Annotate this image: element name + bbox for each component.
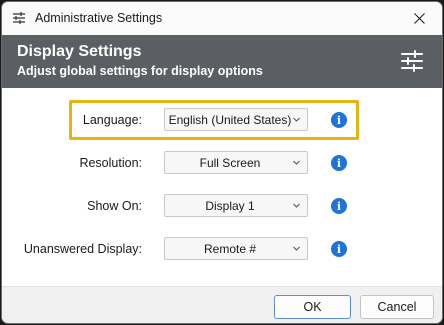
setting-row-language: Language: English (United States) i	[2, 106, 442, 134]
select-value: English (United States)	[168, 112, 292, 127]
setting-label: Resolution:	[79, 156, 142, 170]
select-value: Full Screen	[199, 155, 261, 170]
resolution-select[interactable]: Full Screen	[164, 151, 308, 174]
sliders-icon	[401, 50, 423, 72]
dialog-footer: OK Cancel	[2, 286, 442, 323]
chevron-down-icon	[293, 160, 300, 165]
chevron-down-icon	[293, 117, 300, 122]
setting-label: Show On:	[87, 199, 142, 213]
select-value: Display 1	[205, 198, 255, 213]
page-subtitle: Adjust global settings for display optio…	[17, 64, 263, 78]
info-icon[interactable]: i	[331, 198, 347, 214]
setting-label: Unanswered Display:	[23, 242, 142, 256]
settings-panel: Language: English (United States) i Reso…	[2, 88, 442, 286]
info-icon[interactable]: i	[331, 155, 347, 171]
sliders-icon	[13, 12, 25, 24]
close-button[interactable]	[396, 2, 442, 35]
window-title: Administrative Settings	[35, 11, 163, 25]
page-title: Display Settings	[17, 43, 142, 60]
unanswered-display-select[interactable]: Remote #	[164, 237, 308, 260]
setting-row-unanswered-display: Unanswered Display: Remote # i	[2, 235, 442, 263]
settings-dialog: Administrative Settings Display Settings…	[1, 1, 443, 324]
select-value: Remote #	[203, 241, 257, 256]
chevron-down-icon	[293, 246, 300, 251]
chevron-down-icon	[293, 203, 300, 208]
setting-label: Language:	[82, 113, 142, 127]
language-select[interactable]: English (United States)	[164, 108, 308, 131]
header-banner: Display Settings Adjust global settings …	[2, 35, 442, 88]
close-icon	[413, 13, 425, 24]
setting-row-resolution: Resolution: Full Screen i	[2, 149, 442, 177]
setting-row-show-on: Show On: Display 1 i	[2, 192, 442, 220]
show-on-select[interactable]: Display 1	[164, 194, 308, 217]
info-icon[interactable]: i	[331, 112, 347, 128]
cancel-button[interactable]: Cancel	[360, 295, 434, 319]
info-icon[interactable]: i	[331, 241, 347, 257]
title-bar[interactable]: Administrative Settings	[2, 2, 442, 35]
ok-button[interactable]: OK	[274, 295, 351, 319]
